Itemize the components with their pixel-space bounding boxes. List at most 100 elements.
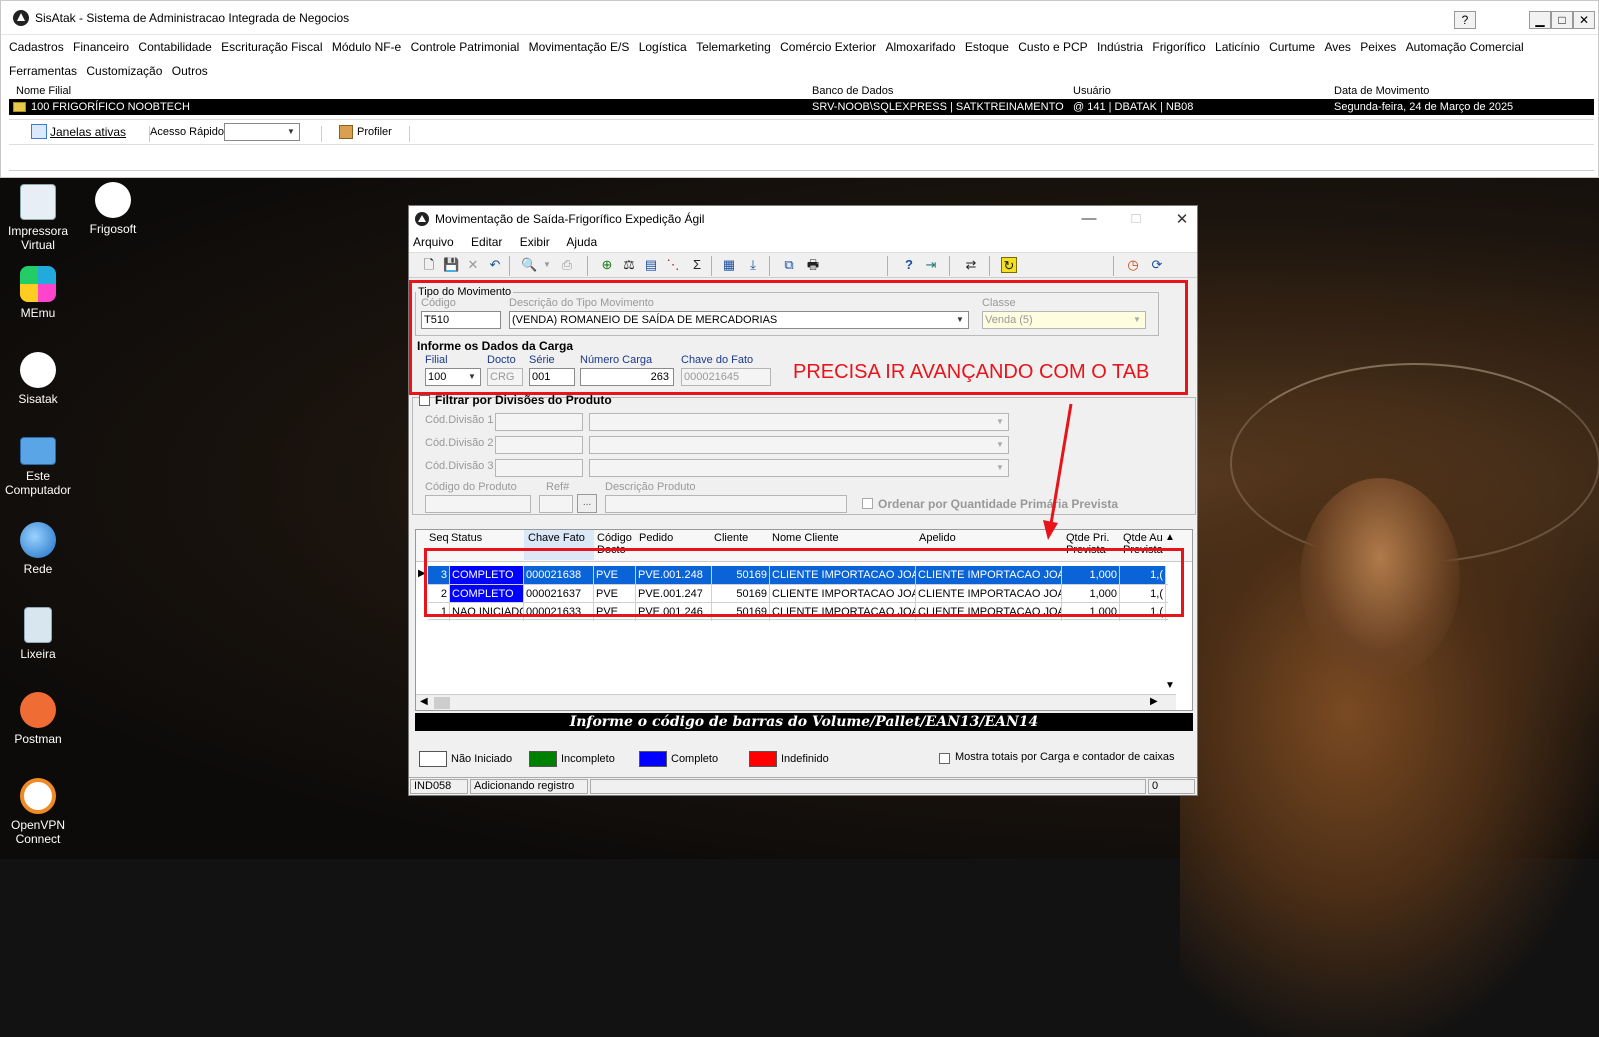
menu-cadastros[interactable]: Cadastros — [9, 35, 64, 59]
profiler-button[interactable]: Profiler — [357, 126, 392, 138]
minimize-icon[interactable]: ▁ — [1529, 11, 1551, 29]
maximize-icon[interactable]: □ — [1551, 11, 1573, 29]
desktop-icon-lixeira[interactable]: Lixeira — [0, 607, 76, 661]
div3-code-input — [495, 459, 583, 477]
window-toolbar: 🗋 💾 ✕ ↶ 🔍 ▼ ⎙ ⊕ ⚖ ▤ ⋱ Σ ▦ ⤓ ⧉ 🖶 ? ⇥ ⇄ ↻ … — [409, 252, 1197, 278]
separator — [887, 256, 888, 276]
scroll-up-icon[interactable]: ▲ — [1165, 532, 1175, 543]
profiler-icon — [339, 125, 353, 139]
menu-estoque[interactable]: Estoque — [965, 35, 1009, 59]
mostra-totais-checkbox[interactable] — [939, 753, 950, 764]
document-icon[interactable]: ▤ — [643, 257, 659, 273]
preview-icon[interactable]: 🔍 — [521, 257, 537, 273]
clock-icon[interactable]: ◷ — [1125, 257, 1141, 273]
legend-indefinido-swatch — [749, 751, 777, 767]
menu-editar[interactable]: Editar — [471, 235, 502, 249]
copy-icon[interactable]: ⧉ — [781, 257, 797, 273]
menu-arquivo[interactable]: Arquivo — [413, 235, 454, 249]
menu-customizacao[interactable]: Customização — [86, 59, 162, 83]
menu-controle-patrimonial[interactable]: Controle Patrimonial — [411, 35, 520, 59]
menu-modulo-nfe[interactable]: Módulo NF-e — [332, 35, 401, 59]
menu-custo-pcp[interactable]: Custo e PCP — [1018, 35, 1087, 59]
scroll-right-icon[interactable]: ▶ — [1150, 696, 1158, 707]
desktop-icon-label: Sisatak — [18, 392, 58, 406]
menu-contabilidade[interactable]: Contabilidade — [138, 35, 211, 59]
filtro-divisoes-checkbox[interactable] — [419, 395, 430, 406]
network-icon — [20, 522, 56, 558]
desktop-icon-memu[interactable]: MEmu — [0, 266, 76, 320]
scroll-down-icon[interactable]: ▼ — [1165, 680, 1175, 691]
desktop-icon-postman[interactable]: Postman — [0, 692, 76, 746]
menu-logistica[interactable]: Logística — [639, 35, 687, 59]
balance-icon[interactable]: ⚖ — [621, 257, 637, 273]
download-icon[interactable]: ⤓ — [745, 257, 761, 273]
col-cliente[interactable]: Cliente — [714, 532, 748, 544]
menu-curtume[interactable]: Curtume — [1269, 35, 1315, 59]
db-value: SRV-NOOB\SQLEXPRESS | SATKTREINAMENTO — [812, 101, 1064, 113]
menu-movimentacao-es[interactable]: Movimentação E/S — [529, 35, 630, 59]
help-button[interactable]: ? — [1454, 11, 1476, 29]
desktop-icon-frigosoft[interactable]: Frigosoft — [75, 182, 151, 236]
menu-ferramentas[interactable]: Ferramentas — [9, 59, 77, 83]
col-pedido[interactable]: Pedido — [639, 532, 673, 544]
menu-laticinio[interactable]: Laticínio — [1215, 35, 1260, 59]
close-icon[interactable]: ✕ — [1168, 210, 1196, 228]
ref-lookup-button[interactable]: ... — [577, 494, 597, 513]
undo-icon[interactable]: ↶ — [487, 257, 503, 273]
swap-icon[interactable]: ⇄ — [963, 257, 979, 273]
separator — [409, 126, 410, 142]
add-item-icon[interactable]: ⊕ — [599, 257, 615, 273]
menu-comercio-exterior[interactable]: Comércio Exterior — [780, 35, 876, 59]
menu-outros[interactable]: Outros — [172, 59, 208, 83]
exit-icon[interactable]: ⇥ — [923, 257, 939, 273]
janelas-ativas-button[interactable]: Janelas ativas — [50, 125, 126, 139]
col-nome-cliente[interactable]: Nome Cliente — [772, 532, 839, 544]
menu-ajuda[interactable]: Ajuda — [566, 235, 597, 249]
report-icon[interactable]: ▦ — [721, 257, 737, 273]
menu-industria[interactable]: Indústria — [1097, 35, 1143, 59]
menu-automacao-comercial[interactable]: Automação Comercial — [1406, 35, 1524, 59]
new-file-icon[interactable]: 🗋 — [421, 257, 437, 273]
acesso-rapido-select[interactable]: ▼ — [224, 123, 300, 141]
menu-almoxarifado[interactable]: Almoxarifado — [886, 35, 956, 59]
help-icon[interactable]: ? — [901, 257, 917, 273]
desktop-icon-computador[interactable]: Este Computador — [0, 437, 76, 497]
menu-peixes[interactable]: Peixes — [1360, 35, 1396, 59]
print-setup-icon[interactable]: ⎙ — [559, 257, 575, 273]
user-label: Usuário — [1073, 85, 1111, 97]
maximize-icon[interactable]: □ — [1122, 210, 1150, 227]
legend-nao-iniciado: Não Iniciado — [451, 753, 513, 765]
separator — [769, 256, 770, 276]
col-apelido[interactable]: Apelido — [919, 532, 956, 544]
menu-financeiro[interactable]: Financeiro — [73, 35, 129, 59]
printer-icon[interactable]: 🖶 — [805, 257, 821, 273]
tree-icon[interactable]: ⋱ — [665, 257, 681, 273]
window-title: Movimentação de Saída-Frigorífico Expedi… — [435, 212, 705, 226]
menu-aves[interactable]: Aves — [1324, 35, 1350, 59]
menu-frigorifico[interactable]: Frigorífico — [1152, 35, 1205, 59]
minimize-icon[interactable]: — — [1075, 210, 1103, 227]
menu-escrituracao-fiscal[interactable]: Escrituração Fiscal — [221, 35, 322, 59]
desktop-icon-impressora[interactable]: Impressora Virtual — [0, 184, 76, 252]
col-codigo-label: Código — [597, 532, 632, 544]
save-icon[interactable]: 💾 — [443, 257, 459, 273]
scroll-thumb[interactable] — [434, 697, 450, 709]
desktop-icon-sisatak[interactable]: Sisatak — [0, 352, 76, 406]
chevron-down-icon[interactable]: ▼ — [539, 257, 555, 273]
annotation-box-grid — [424, 548, 1184, 617]
horizontal-scrollbar[interactable]: ◀ ▶ — [416, 694, 1176, 710]
close-icon[interactable]: ✕ — [1573, 11, 1595, 29]
scroll-left-icon[interactable]: ◀ — [420, 696, 428, 707]
sum-icon[interactable]: Σ — [689, 257, 705, 273]
desktop-icon-label: Virtual — [21, 238, 55, 252]
menu-telemarketing[interactable]: Telemarketing — [696, 35, 771, 59]
desktop-icon-rede[interactable]: Rede — [0, 522, 76, 576]
refresh-yellow-icon[interactable]: ↻ — [1001, 257, 1017, 273]
desktop-icon-openvpn[interactable]: OpenVPN Connect — [0, 778, 76, 846]
menu-exibir[interactable]: Exibir — [520, 235, 550, 249]
col-status[interactable]: Status — [451, 532, 482, 544]
sync-icon[interactable]: ⟳ — [1149, 257, 1165, 273]
col-seq[interactable]: Seq — [429, 532, 449, 544]
delete-icon[interactable]: ✕ — [465, 257, 481, 273]
div1-code-input — [495, 413, 583, 431]
